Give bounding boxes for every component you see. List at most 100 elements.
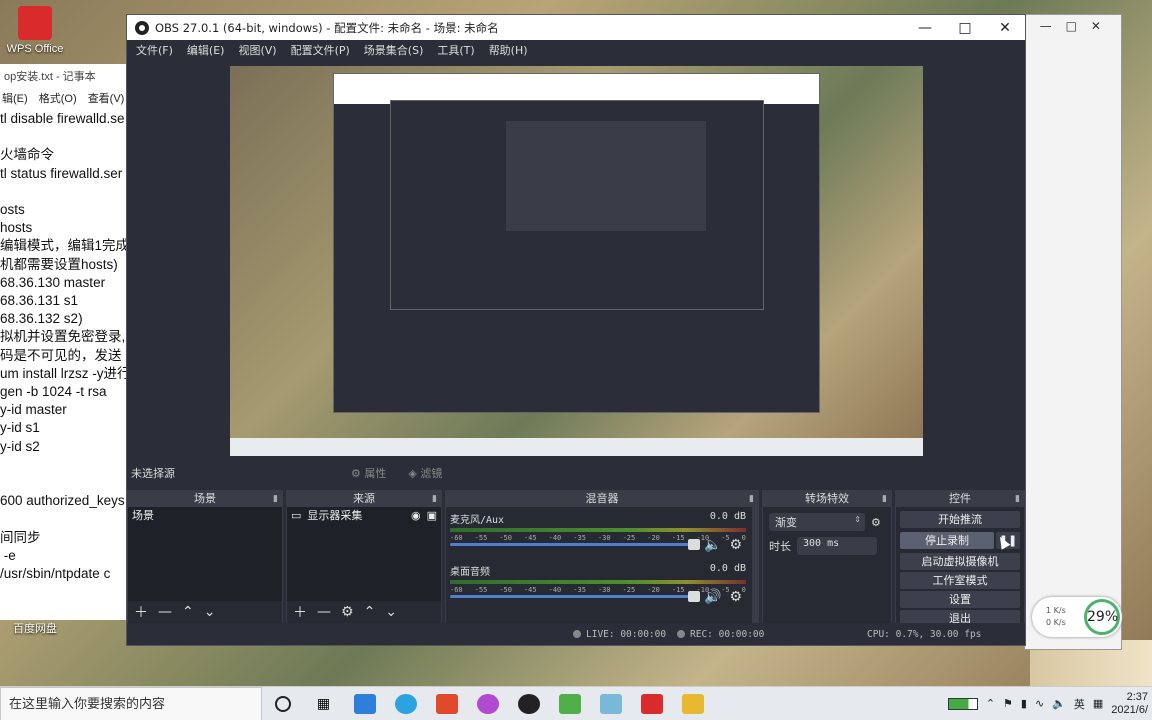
taskbar-app-green[interactable] — [549, 687, 590, 720]
location-icon[interactable]: ⚑ — [1003, 697, 1013, 710]
start-streaming-button[interactable]: 开始推流 — [900, 511, 1020, 528]
notepad-icon — [599, 693, 622, 714]
taskbar-search-box[interactable]: 在这里输入你要搜索的内容 — [0, 686, 262, 720]
remove-icon[interactable]: — — [317, 604, 331, 620]
list-item[interactable]: 场景 — [128, 507, 282, 523]
sources-title-text: 来源 — [353, 492, 375, 505]
mixer-scrollbar[interactable] — [752, 507, 758, 623]
gear-icon[interactable]: ⚙ — [729, 537, 742, 553]
window-controls: —□✕ — [1039, 19, 1115, 33]
undock-icon[interactable]: ▮ — [882, 491, 887, 507]
add-icon[interactable]: ＋ — [134, 602, 148, 622]
notepad-line — [0, 183, 131, 201]
taskbar-app-tool[interactable] — [467, 687, 508, 720]
slider-handle[interactable] — [688, 591, 700, 602]
menu-tools[interactable]: 工具(T) — [430, 40, 481, 59]
meter-scale: -60 -55 -50 -45 -40 -35 -30 -25 -20 -15 -10 -5 0 — [450, 534, 746, 542]
speaker-muted-icon[interactable]: 🔈 — [704, 537, 721, 553]
scene-name: 场景 — [132, 509, 154, 522]
gear-icon[interactable]: ⚙ — [871, 516, 881, 529]
sources-list[interactable]: ▭ 显示器采集 ◉ ▣ — [287, 507, 441, 601]
menu-help[interactable]: 帮助(H) — [482, 40, 535, 59]
notepad-menu-view[interactable]: 查看(V) — [88, 93, 125, 105]
list-item[interactable]: ▭ 显示器采集 ◉ ▣ — [287, 507, 441, 523]
gear-icon[interactable]: ⚙ — [341, 604, 354, 620]
menu-file[interactable]: 文件(F) — [129, 40, 180, 59]
taskbar-app-edge[interactable] — [385, 687, 426, 720]
desktop-icon-baidu-netdisk[interactable]: 百度网盘 — [0, 620, 70, 636]
menu-edit[interactable]: 编辑(E) — [180, 40, 232, 59]
minimize-button[interactable]: — — [905, 20, 945, 36]
notepad-text[interactable]: tl disable firewalld.se 火墙命令 tl status fi… — [0, 108, 131, 585]
ime-indicator[interactable]: 英 — [1074, 696, 1085, 712]
taskbar-app-obs[interactable] — [508, 687, 549, 720]
ime-mode-icon[interactable]: ▦ — [1093, 697, 1103, 710]
taskbar-app-mail[interactable] — [344, 687, 385, 720]
undock-icon[interactable]: ▮ — [1015, 491, 1020, 507]
filters-button[interactable]: ◈ 滤镜 — [408, 465, 442, 481]
power-icon[interactable]: ▮ — [1021, 697, 1027, 710]
channel-name: 桌面音频 — [450, 567, 490, 578]
notepad-line: 68.36.131 s1 — [0, 293, 79, 309]
add-icon[interactable]: ＋ — [293, 602, 307, 622]
taskbar-clock[interactable]: 2:37 2021/6/ — [1111, 691, 1148, 717]
notepad-window[interactable]: op安装.txt - 记事本 辑(E) 格式(O) 查看(V) 帮 tl dis… — [0, 64, 132, 620]
volume-slider[interactable] — [450, 591, 700, 602]
move-up-icon[interactable]: ⌃ — [364, 604, 376, 620]
taskbar-app-explorer[interactable] — [672, 687, 713, 720]
battery-icon[interactable] — [947, 697, 978, 710]
meter-tick-label: 0 — [741, 534, 746, 542]
close-button[interactable]: ✕ — [985, 20, 1025, 36]
notepad-menu-edit[interactable]: 辑(E) — [2, 93, 28, 105]
taskbar-app-wps[interactable] — [631, 687, 672, 720]
menu-profile[interactable]: 配置文件(P) — [284, 40, 357, 59]
slider-handle[interactable] — [688, 539, 700, 550]
scenes-list[interactable]: 场景 — [128, 507, 282, 601]
task-view-button[interactable]: ▦ — [303, 687, 344, 720]
menu-scene-collection[interactable]: 场景集合(S) — [357, 40, 431, 59]
desktop-icon-wps[interactable]: WPS Office — [0, 6, 70, 55]
move-down-icon[interactable]: ⌄ — [385, 604, 397, 620]
undock-icon[interactable]: ▮ — [749, 491, 754, 507]
duration-spinbox[interactable]: 300 ms — [797, 537, 877, 555]
taskbar-app-notepad[interactable] — [590, 687, 631, 720]
volume-meter — [450, 528, 746, 532]
lock-icon[interactable]: ▣ — [427, 509, 437, 522]
volume-slider[interactable] — [450, 539, 700, 550]
transitions-dock-title: 转场特效 ▮ — [763, 491, 891, 507]
maximize-button[interactable]: □ — [945, 20, 985, 36]
undock-icon[interactable]: ▮ — [273, 491, 278, 507]
wifi-icon[interactable]: ∿ — [1035, 697, 1044, 710]
settings-button[interactable]: 设置 — [900, 591, 1020, 608]
live-indicator-icon — [573, 630, 581, 638]
undock-icon[interactable]: ▮ — [432, 491, 437, 507]
chevron-up-icon[interactable]: ⌃ — [986, 697, 995, 710]
scenes-dock-title: 场景 ▮ — [128, 491, 282, 507]
remove-icon[interactable]: — — [158, 604, 172, 620]
menu-view[interactable]: 视图(V) — [231, 40, 283, 59]
transition-select[interactable]: 渐变 ⇕ — [769, 513, 865, 531]
mixer-channel-mic: 麦克风/Aux 0.0 dB -60 -55 -50 -45 -40 -35 -30 -25 -2… — [450, 511, 746, 561]
visibility-eye-icon[interactable]: ◉ — [411, 509, 421, 522]
nested-preview-1 — [390, 100, 764, 310]
obs-preview[interactable] — [230, 66, 923, 456]
volume-icon[interactable]: 🔈 — [1052, 697, 1066, 710]
stop-recording-button[interactable]: 停止录制 — [900, 532, 994, 549]
mail-icon — [353, 693, 376, 714]
properties-button[interactable]: ⚙ 属性 — [351, 465, 386, 481]
move-down-icon[interactable]: ⌄ — [204, 604, 216, 620]
live-status: LIVE: 00:00:00 — [573, 629, 666, 640]
gear-icon[interactable]: ⚙ — [729, 589, 742, 605]
studio-mode-button[interactable]: 工作室模式 — [900, 572, 1020, 589]
move-up-icon[interactable]: ⌃ — [182, 604, 194, 620]
speaker-icon[interactable]: 🔊 — [704, 589, 721, 605]
chevron-updown-icon: ⇕ — [854, 515, 861, 524]
cortana-circle-icon — [274, 695, 291, 712]
app-icon — [476, 693, 499, 714]
start-virtual-camera-button[interactable]: 启动虚拟摄像机 — [900, 553, 1020, 570]
notepad-line: y-id s2 — [0, 438, 40, 454]
taskbar-app-office[interactable] — [426, 687, 467, 720]
network-speed-widget[interactable]: 1 K/s 0 K/s 29% — [1032, 597, 1122, 637]
notepad-menu-format[interactable]: 格式(O) — [39, 93, 77, 105]
cortana-button[interactable] — [262, 687, 303, 720]
